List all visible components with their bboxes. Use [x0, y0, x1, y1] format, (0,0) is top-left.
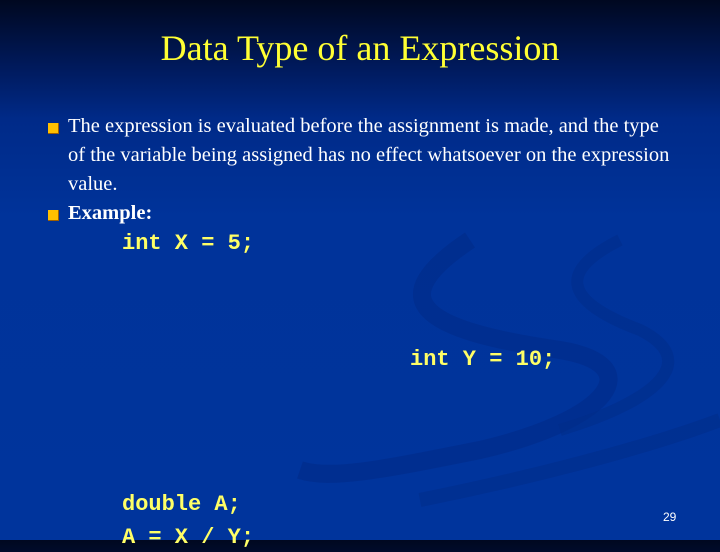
- code-line: double A;: [122, 492, 241, 517]
- code-line: A = X / Y;: [122, 525, 255, 550]
- page-number: 29: [663, 510, 677, 524]
- bullet-item: The expression is evaluated before the a…: [48, 112, 680, 199]
- bullet-square-icon: [48, 210, 59, 221]
- bullet-item: Example:: [48, 199, 678, 228]
- bullet-square-icon: [48, 123, 59, 134]
- slide-title: Data Type of an Expression: [160, 28, 560, 68]
- bullet-text: The expression is evaluated before the a…: [68, 115, 670, 195]
- bullet-text: Example:: [68, 202, 153, 224]
- code-line: int X = 5;: [122, 231, 255, 256]
- code-line: int Y = 10;: [410, 347, 556, 372]
- background-swirl-decoration: [297, 232, 720, 507]
- bullet-list: The expression is evaluated before the a…: [48, 112, 678, 228]
